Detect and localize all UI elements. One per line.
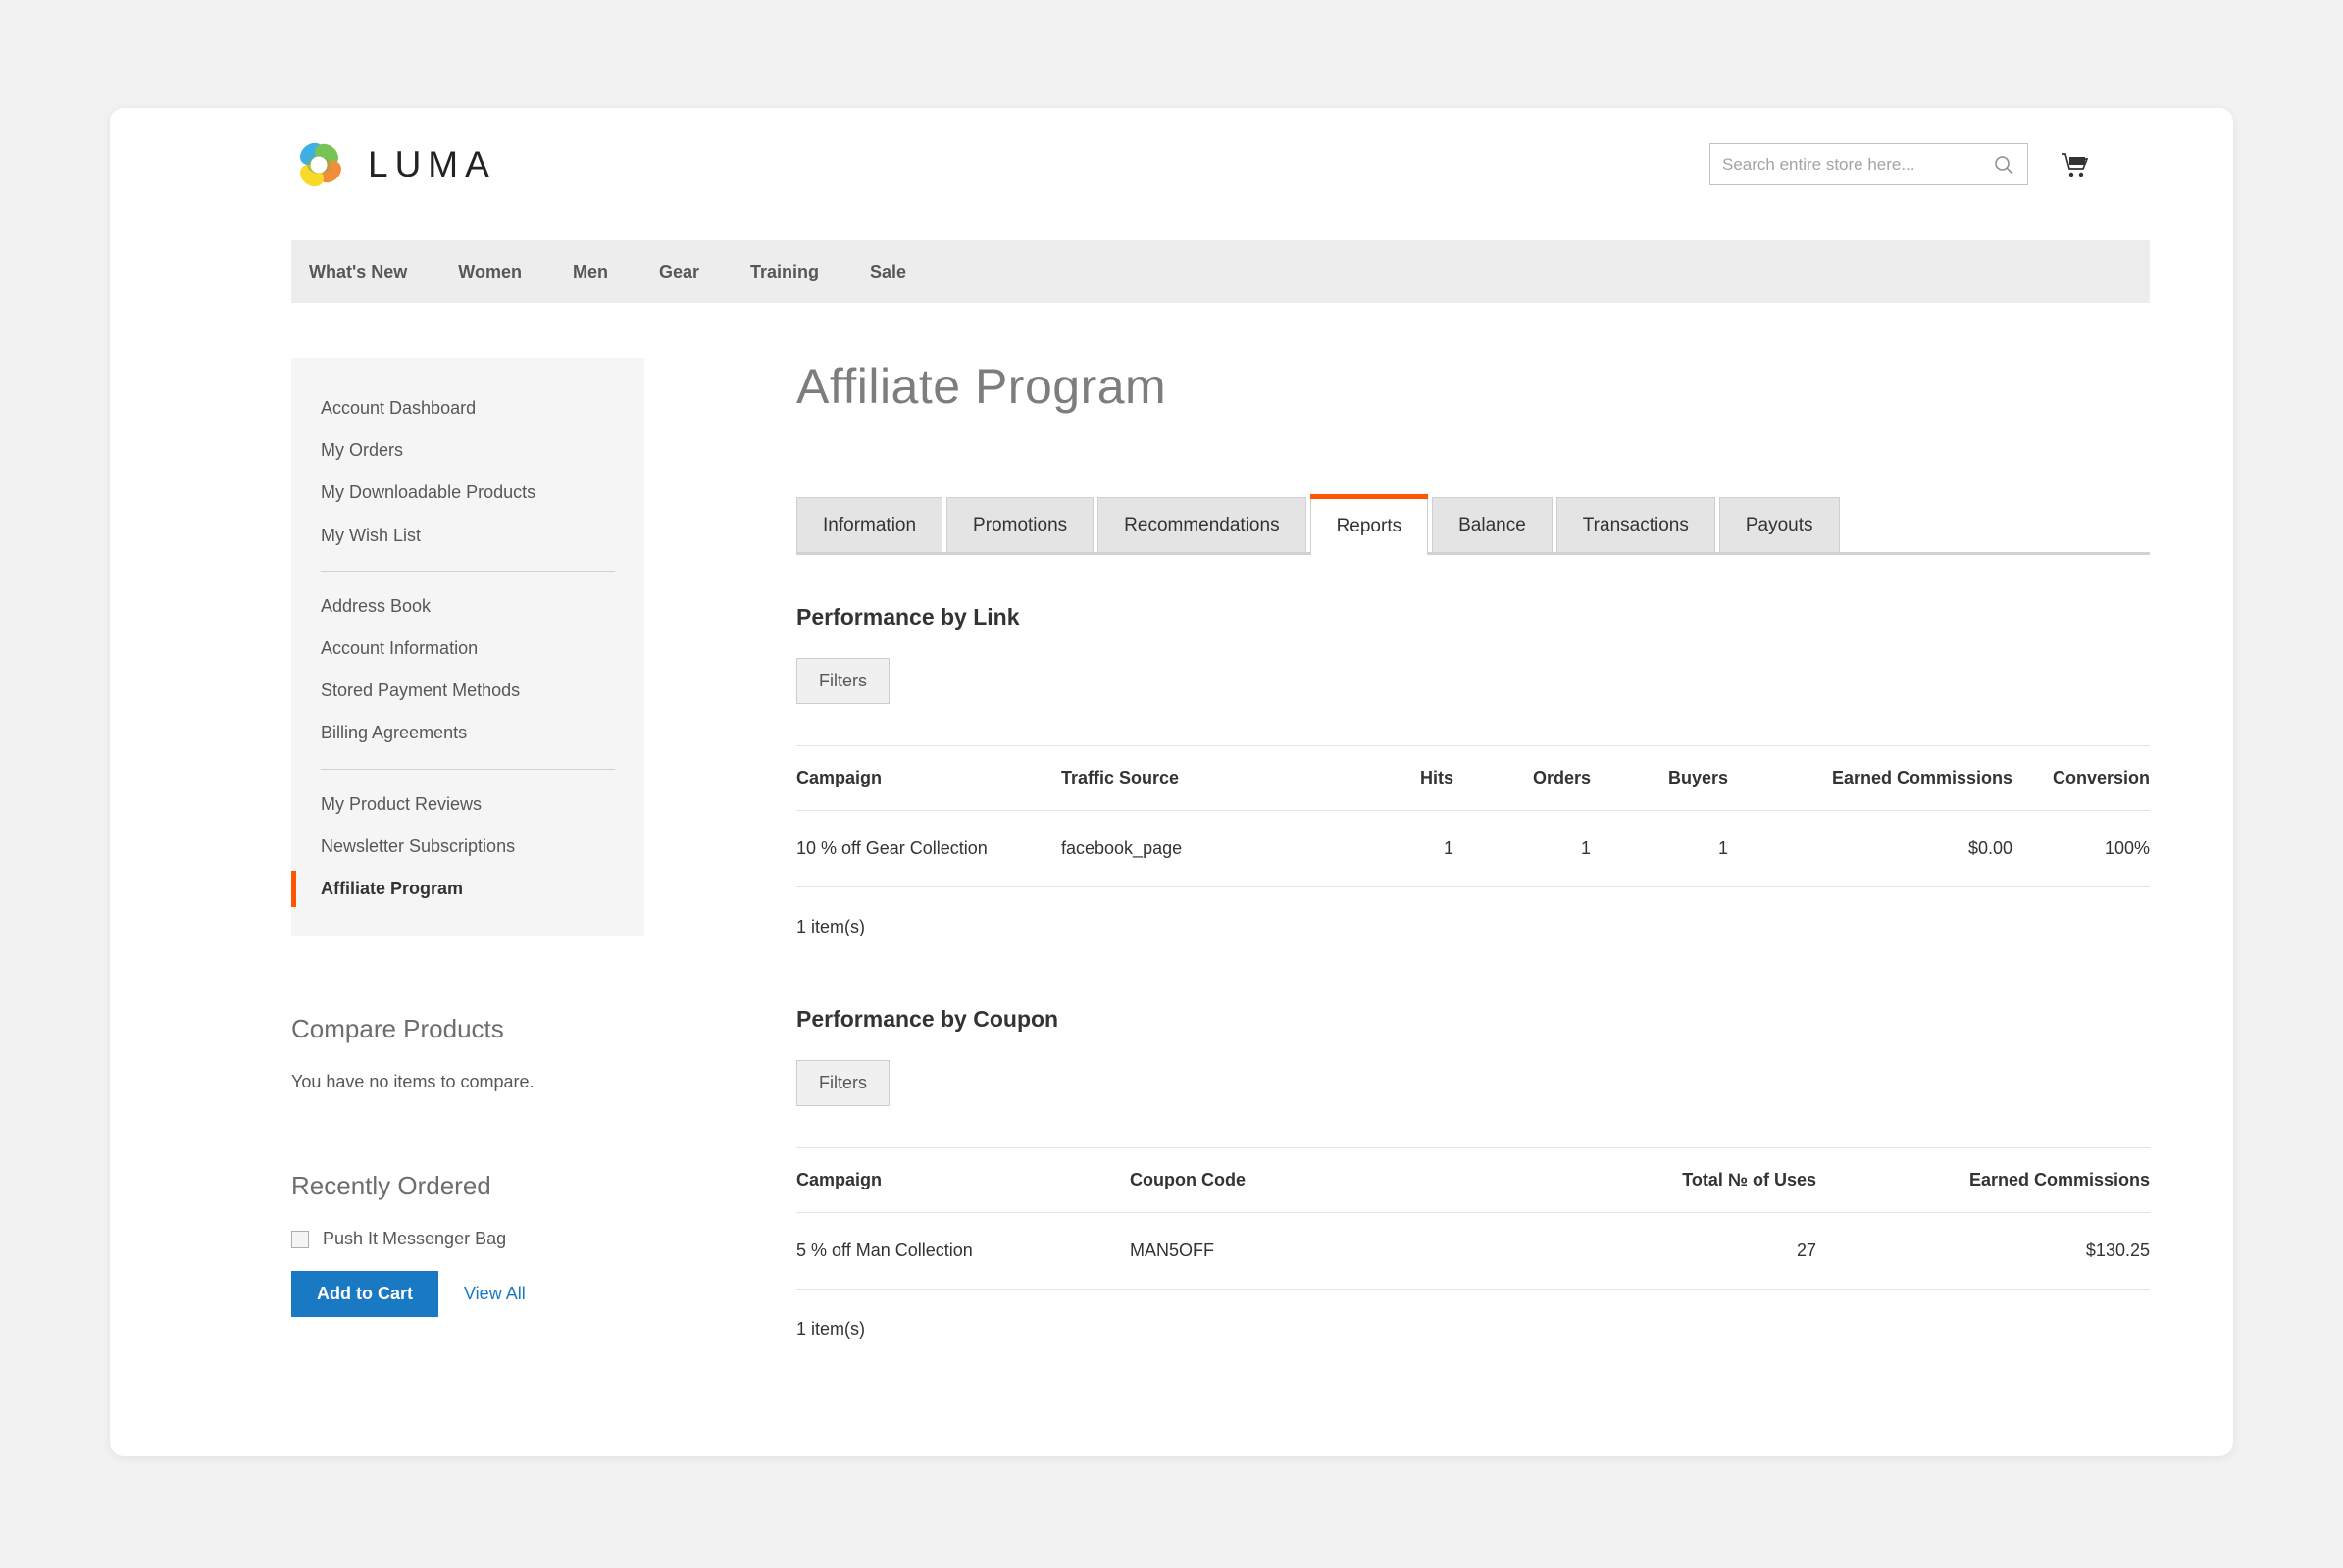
column-header-earned-commissions: Earned Commissions	[1816, 1147, 2150, 1213]
list-item[interactable]: Push It Messenger Bag	[291, 1229, 644, 1249]
nav-item-gear[interactable]: Gear	[659, 262, 699, 282]
recently-ordered-actions: Add to Cart View All	[291, 1271, 644, 1318]
affiliate-tabs: Information Promotions Recommendations R…	[796, 491, 2150, 555]
sidebar: Account Dashboard My Orders My Downloada…	[291, 358, 644, 1318]
tab-information[interactable]: Information	[796, 497, 943, 552]
sidebar-item-my-downloadable-products[interactable]: My Downloadable Products	[291, 472, 644, 514]
column-header-coupon-code: Coupon Code	[1130, 1147, 1503, 1213]
cell-orders: 1	[1453, 810, 1591, 887]
table-header-row: Campaign Coupon Code Total № of Uses Ear…	[796, 1147, 2150, 1213]
performance-by-coupon-title: Performance by Coupon	[796, 1006, 1059, 1032]
tab-balance[interactable]: Balance	[1432, 497, 1553, 552]
item-count-coupon: 1 item(s)	[796, 1319, 866, 1339]
compare-products-title: Compare Products	[291, 1014, 504, 1044]
sidebar-item-my-orders[interactable]: My Orders	[291, 430, 644, 472]
recently-ordered-title: Recently Ordered	[291, 1171, 491, 1201]
add-to-cart-button[interactable]: Add to Cart	[291, 1271, 438, 1318]
cell-campaign: 5 % off Man Collection	[796, 1212, 1130, 1290]
cell-traffic-source: facebook_page	[1061, 810, 1336, 887]
column-header-traffic-source: Traffic Source	[1061, 745, 1336, 811]
column-header-total-uses: Total № of Uses	[1503, 1147, 1816, 1213]
filters-button-coupon[interactable]: Filters	[796, 1060, 890, 1106]
tab-recommendations[interactable]: Recommendations	[1097, 497, 1306, 552]
tab-promotions[interactable]: Promotions	[946, 497, 1095, 552]
sidebar-item-my-product-reviews[interactable]: My Product Reviews	[291, 784, 644, 826]
cell-buyers: 1	[1591, 810, 1728, 887]
nav-item-women[interactable]: Women	[458, 262, 522, 282]
account-nav-group: Account Dashboard My Orders My Downloada…	[291, 387, 644, 557]
search-icon[interactable]	[1992, 153, 2015, 177]
nav-item-men[interactable]: Men	[573, 262, 608, 282]
cell-hits: 1	[1336, 810, 1453, 887]
page-card: LUMA Wh	[110, 108, 2233, 1456]
recently-ordered-block: Recently Ordered Push It Messenger Bag A…	[291, 1171, 644, 1318]
compare-products-block: Compare Products You have no items to co…	[291, 1014, 644, 1092]
column-header-conversion: Conversion	[2012, 745, 2150, 811]
page-title: Affiliate Program	[796, 359, 1167, 414]
site-logo[interactable]: LUMA	[291, 137, 496, 192]
cell-campaign: 10 % off Gear Collection	[796, 810, 1061, 887]
column-header-orders: Orders	[1453, 745, 1591, 811]
sidebar-item-address-book[interactable]: Address Book	[291, 585, 644, 628]
column-header-buyers: Buyers	[1591, 745, 1728, 811]
table-row: 10 % off Gear Collection facebook_page 1…	[796, 810, 2150, 887]
search-input[interactable]	[1710, 144, 1989, 184]
search-box[interactable]	[1709, 143, 2028, 185]
nav-item-sale[interactable]: Sale	[870, 262, 906, 282]
sidebar-item-affiliate-program[interactable]: Affiliate Program	[291, 868, 644, 910]
site-header: LUMA Wh	[110, 108, 2233, 303]
nav-item-training[interactable]: Training	[750, 262, 819, 282]
sidebar-item-newsletter-subscriptions[interactable]: Newsletter Subscriptions	[291, 826, 644, 868]
performance-by-link-title: Performance by Link	[796, 604, 1020, 630]
header-actions	[1709, 143, 2091, 185]
recently-ordered-item-label: Push It Messenger Bag	[323, 1229, 507, 1249]
cell-total-uses: 27	[1503, 1212, 1816, 1290]
column-header-earned-commissions: Earned Commissions	[1728, 745, 2012, 811]
tab-payouts[interactable]: Payouts	[1718, 497, 1840, 552]
column-header-campaign: Campaign	[796, 1147, 1130, 1213]
view-all-link[interactable]: View All	[464, 1284, 526, 1304]
account-nav-group: Address Book Account Information Stored …	[291, 585, 644, 755]
sidebar-item-stored-payment-methods[interactable]: Stored Payment Methods	[291, 670, 644, 712]
sidebar-divider	[321, 570, 615, 572]
performance-by-coupon-section: Performance by Coupon Filters Campaign C…	[796, 1006, 2150, 1340]
account-navigation: Account Dashboard My Orders My Downloada…	[291, 358, 644, 936]
sidebar-item-billing-agreements[interactable]: Billing Agreements	[291, 712, 644, 754]
cell-earned-commissions: $130.25	[1816, 1212, 2150, 1290]
main-navigation: What's New Women Men Gear Training Sale	[291, 240, 2150, 303]
sidebar-divider	[321, 768, 615, 770]
cell-earned-commissions: $0.00	[1728, 810, 2012, 887]
luma-logo-icon	[291, 137, 346, 192]
nav-item-whats-new[interactable]: What's New	[309, 262, 407, 282]
column-header-hits: Hits	[1336, 745, 1453, 811]
cell-conversion: 100%	[2012, 810, 2150, 887]
sidebar-item-account-information[interactable]: Account Information	[291, 628, 644, 670]
table-header-row: Campaign Traffic Source Hits Orders Buye…	[796, 745, 2150, 811]
performance-by-link-section: Performance by Link Filters Campaign Tra…	[796, 604, 2150, 937]
account-nav-group: My Product Reviews Newsletter Subscripti…	[291, 784, 644, 911]
sidebar-item-my-wish-list[interactable]: My Wish List	[291, 515, 644, 557]
compare-products-empty-text: You have no items to compare.	[291, 1072, 535, 1092]
performance-by-coupon-table: Campaign Coupon Code Total № of Uses Ear…	[796, 1147, 2150, 1290]
main-content: Affiliate Program Information Promotions…	[796, 358, 2150, 1340]
column-header-campaign: Campaign	[796, 745, 1061, 811]
tab-reports[interactable]: Reports	[1309, 494, 1429, 555]
brand-name: LUMA	[368, 144, 496, 184]
recently-ordered-checkbox[interactable]	[291, 1230, 309, 1248]
shopping-cart-icon[interactable]	[2058, 148, 2091, 181]
table-row: 5 % off Man Collection MAN5OFF 27 $130.2…	[796, 1212, 2150, 1290]
item-count-link: 1 item(s)	[796, 917, 866, 936]
filters-button-link[interactable]: Filters	[796, 658, 890, 704]
tab-transactions[interactable]: Transactions	[1555, 497, 1715, 552]
performance-by-link-table: Campaign Traffic Source Hits Orders Buye…	[796, 745, 2150, 887]
sidebar-item-account-dashboard[interactable]: Account Dashboard	[291, 387, 644, 430]
cell-coupon-code: MAN5OFF	[1130, 1212, 1503, 1290]
